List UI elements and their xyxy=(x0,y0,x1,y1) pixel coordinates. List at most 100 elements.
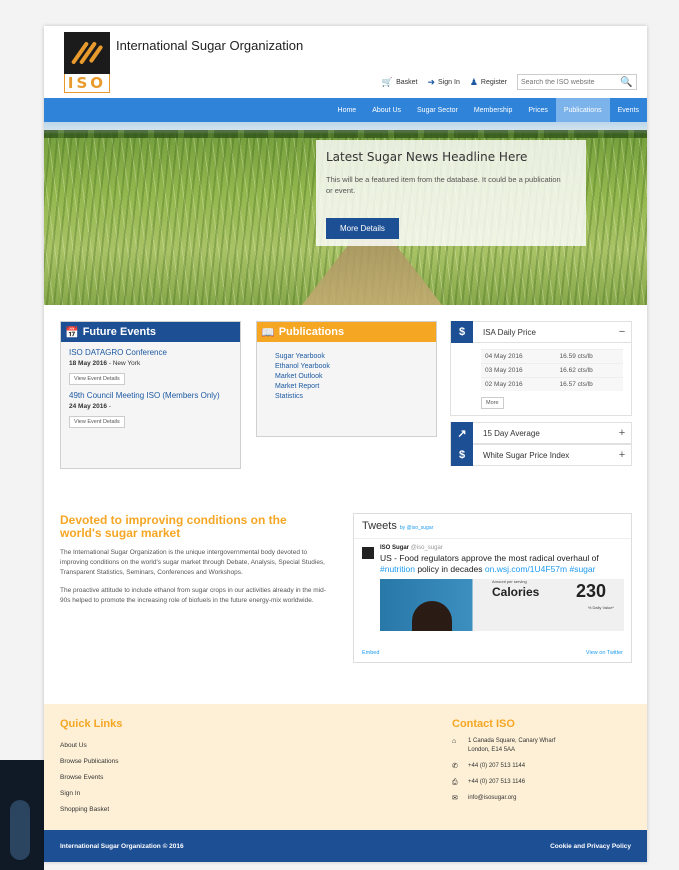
website-page: ISO International Sugar Organization 🛒 Ba… xyxy=(44,26,647,862)
nav-publications[interactable]: Publications xyxy=(555,98,610,122)
nav-prices[interactable]: Prices xyxy=(520,98,555,122)
site-footer: Quick Links About Us Browse Publications… xyxy=(44,704,647,830)
line-chart-icon: ↗ xyxy=(451,422,473,444)
copyright-bar: International Sugar Organization © 2016 … xyxy=(44,830,647,862)
view-event-details-button[interactable]: View Event Details xyxy=(69,416,125,428)
site-header: ISO International Sugar Organization 🛒 Ba… xyxy=(44,26,647,98)
white-sugar-index-header[interactable]: $ White Sugar Price Index + xyxy=(450,444,632,466)
about-section: Devoted to improving conditions on the w… xyxy=(60,514,330,606)
featured-text: This will be a featured item from the da… xyxy=(326,175,561,195)
featured-news-box: Latest Sugar News Headline Here This wil… xyxy=(316,140,586,246)
dollar-icon: $ xyxy=(451,321,473,343)
fax: ⎙ +44 (0) 207 513 1146 xyxy=(452,779,526,786)
email: ✉ info@isosugar.org xyxy=(452,794,555,803)
iso-logo[interactable]: ISO xyxy=(64,32,110,93)
hero-treeline xyxy=(44,130,647,138)
contact-info: Contact ISO ⌂ 1 Canada Square, Canary Wh… xyxy=(452,718,555,803)
hashtag-link[interactable]: #sugar xyxy=(567,564,595,574)
tweet: ISO Sugar @iso_sugar US - Food regulator… xyxy=(354,538,631,637)
more-details-button[interactable]: More Details xyxy=(326,218,399,239)
address: ⌂ 1 Canada Square, Canary Wharf London, E… xyxy=(452,738,556,753)
featured-title: Latest Sugar News Headline Here xyxy=(326,150,528,164)
fax-icon: ⎙ xyxy=(452,779,458,786)
sugar-cane-logo-icon xyxy=(64,32,110,74)
phone: ✆ +44 (0) 207 513 1144 xyxy=(452,763,526,770)
top-links: 🛒Basket ➜Sign In ♟Register 🔍 xyxy=(382,74,637,90)
table-row: 02 May 2016 16.57 cts/lb xyxy=(481,377,623,391)
nav-membership[interactable]: Membership xyxy=(466,98,521,122)
publication-link[interactable]: Sugar Yearbook xyxy=(275,352,418,362)
avatar[interactable] xyxy=(362,547,374,559)
nav-about-us[interactable]: About Us xyxy=(364,98,409,122)
view-event-details-button[interactable]: View Event Details xyxy=(69,373,125,385)
dollar-icon: $ xyxy=(451,444,473,466)
user-icon: ♟ xyxy=(469,76,478,87)
future-events-header: 📅 Future Events xyxy=(61,322,240,342)
search-icon[interactable]: 🔍 xyxy=(616,77,636,88)
event-item: ISO DATAGRO Conference 18 May 2016 - New… xyxy=(61,342,240,385)
tweet-image[interactable]: Amount per serving Calories 230 % Daily … xyxy=(380,579,624,631)
sign-in-icon: ➜ xyxy=(427,76,436,87)
tweet-link[interactable]: on.wsj.com/1U4F57m xyxy=(485,564,567,574)
copyright-text: International Sugar Organization © 2016 xyxy=(60,842,184,850)
background-photo-corner xyxy=(0,760,44,870)
main-nav: Home About Us Sugar Sector Membership Pr… xyxy=(44,98,647,122)
embed-link[interactable]: Embed xyxy=(362,650,379,656)
phone-icon: ✆ xyxy=(452,763,458,770)
register-link[interactable]: ♟ Register xyxy=(470,77,507,88)
publication-link[interactable]: Market Outlook xyxy=(275,372,418,382)
publication-link[interactable]: Statistics xyxy=(275,392,418,402)
nav-events[interactable]: Events xyxy=(610,98,647,122)
isa-price-table: 04 May 2016 16.59 cts/lb 03 May 2016 16.62… xyxy=(450,343,632,416)
table-row: 03 May 2016 16.62 cts/lb xyxy=(481,363,623,378)
tweet-text: US - Food regulators approve the most ra… xyxy=(380,553,599,574)
tweets-footer: Embed View on Twitter xyxy=(362,650,623,656)
collapse-icon[interactable]: − xyxy=(613,326,631,338)
about-heading: Devoted to improving conditions on the w… xyxy=(60,513,287,540)
quick-links-title: Quick Links xyxy=(60,718,123,730)
basket-link[interactable]: 🛒 Basket xyxy=(382,77,418,88)
sign-in-link[interactable]: ➜ Sign In xyxy=(428,77,460,88)
envelope-icon: ✉ xyxy=(452,795,458,802)
about-paragraph: The International Sugar Organization is … xyxy=(60,549,325,576)
footer-link[interactable]: Browse Events xyxy=(60,770,122,786)
cart-icon: 🛒 xyxy=(381,76,394,87)
more-prices-button[interactable]: More xyxy=(481,397,504,409)
quick-links: Quick Links About Us Browse Publications… xyxy=(60,718,122,818)
publications-header: 📖 Publications xyxy=(257,322,436,342)
about-paragraph: The proactive attitude to include ethano… xyxy=(60,587,326,604)
event-title-link[interactable]: 49th Council Meeting ISO (Members Only) xyxy=(69,391,232,401)
footer-link[interactable]: Shopping Basket xyxy=(60,802,122,818)
expand-icon[interactable]: + xyxy=(613,449,631,461)
logo-text: ISO xyxy=(64,74,110,93)
nav-home[interactable]: Home xyxy=(330,98,365,122)
twitter-widget: Tweets by @iso_sugar ISO Sugar @iso_sugar… xyxy=(353,513,632,663)
footer-link[interactable]: About Us xyxy=(60,738,122,754)
view-on-twitter-link[interactable]: View on Twitter xyxy=(586,650,623,656)
nav-sugar-sector[interactable]: Sugar Sector xyxy=(409,98,466,122)
footer-link[interactable]: Browse Publications xyxy=(60,754,122,770)
search-input[interactable] xyxy=(518,78,617,86)
hashtag-link[interactable]: #nutrition xyxy=(380,564,415,574)
prices-accordion: $ ISA Daily Price − 04 May 2016 16.59 cts… xyxy=(450,321,632,466)
table-row: 04 May 2016 16.59 cts/lb xyxy=(481,349,623,364)
footer-link[interactable]: Sign In xyxy=(60,786,122,802)
contact-title: Contact ISO xyxy=(452,718,515,730)
event-title-link[interactable]: ISO DATAGRO Conference xyxy=(69,348,232,358)
person-photo xyxy=(412,601,452,631)
publications-list: Sugar Yearbook Ethanol Yearbook Market O… xyxy=(257,342,436,412)
tweets-by-link[interactable]: by @iso_sugar xyxy=(400,525,433,531)
calendar-icon: 📅 xyxy=(65,326,79,339)
book-icon: 📖 xyxy=(261,326,275,339)
tweet-author[interactable]: ISO Sugar @iso_sugar xyxy=(380,545,623,551)
future-events-widget: 📅 Future Events ISO DATAGRO Conference 1… xyxy=(60,321,241,469)
hero-banner: Latest Sugar News Headline Here This wil… xyxy=(44,122,647,305)
home-icon: ⌂ xyxy=(452,738,457,745)
expand-icon[interactable]: + xyxy=(613,427,631,439)
publication-link[interactable]: Ethanol Yearbook xyxy=(275,362,418,372)
email-link[interactable]: info@isosugar.org xyxy=(468,794,516,803)
fifteen-day-average-header[interactable]: ↗ 15 Day Average + xyxy=(450,422,632,444)
isa-daily-price-header[interactable]: $ ISA Daily Price − xyxy=(450,321,632,343)
privacy-policy-link[interactable]: Cookie and Privacy Policy xyxy=(550,843,631,850)
publication-link[interactable]: Market Report xyxy=(275,382,418,392)
